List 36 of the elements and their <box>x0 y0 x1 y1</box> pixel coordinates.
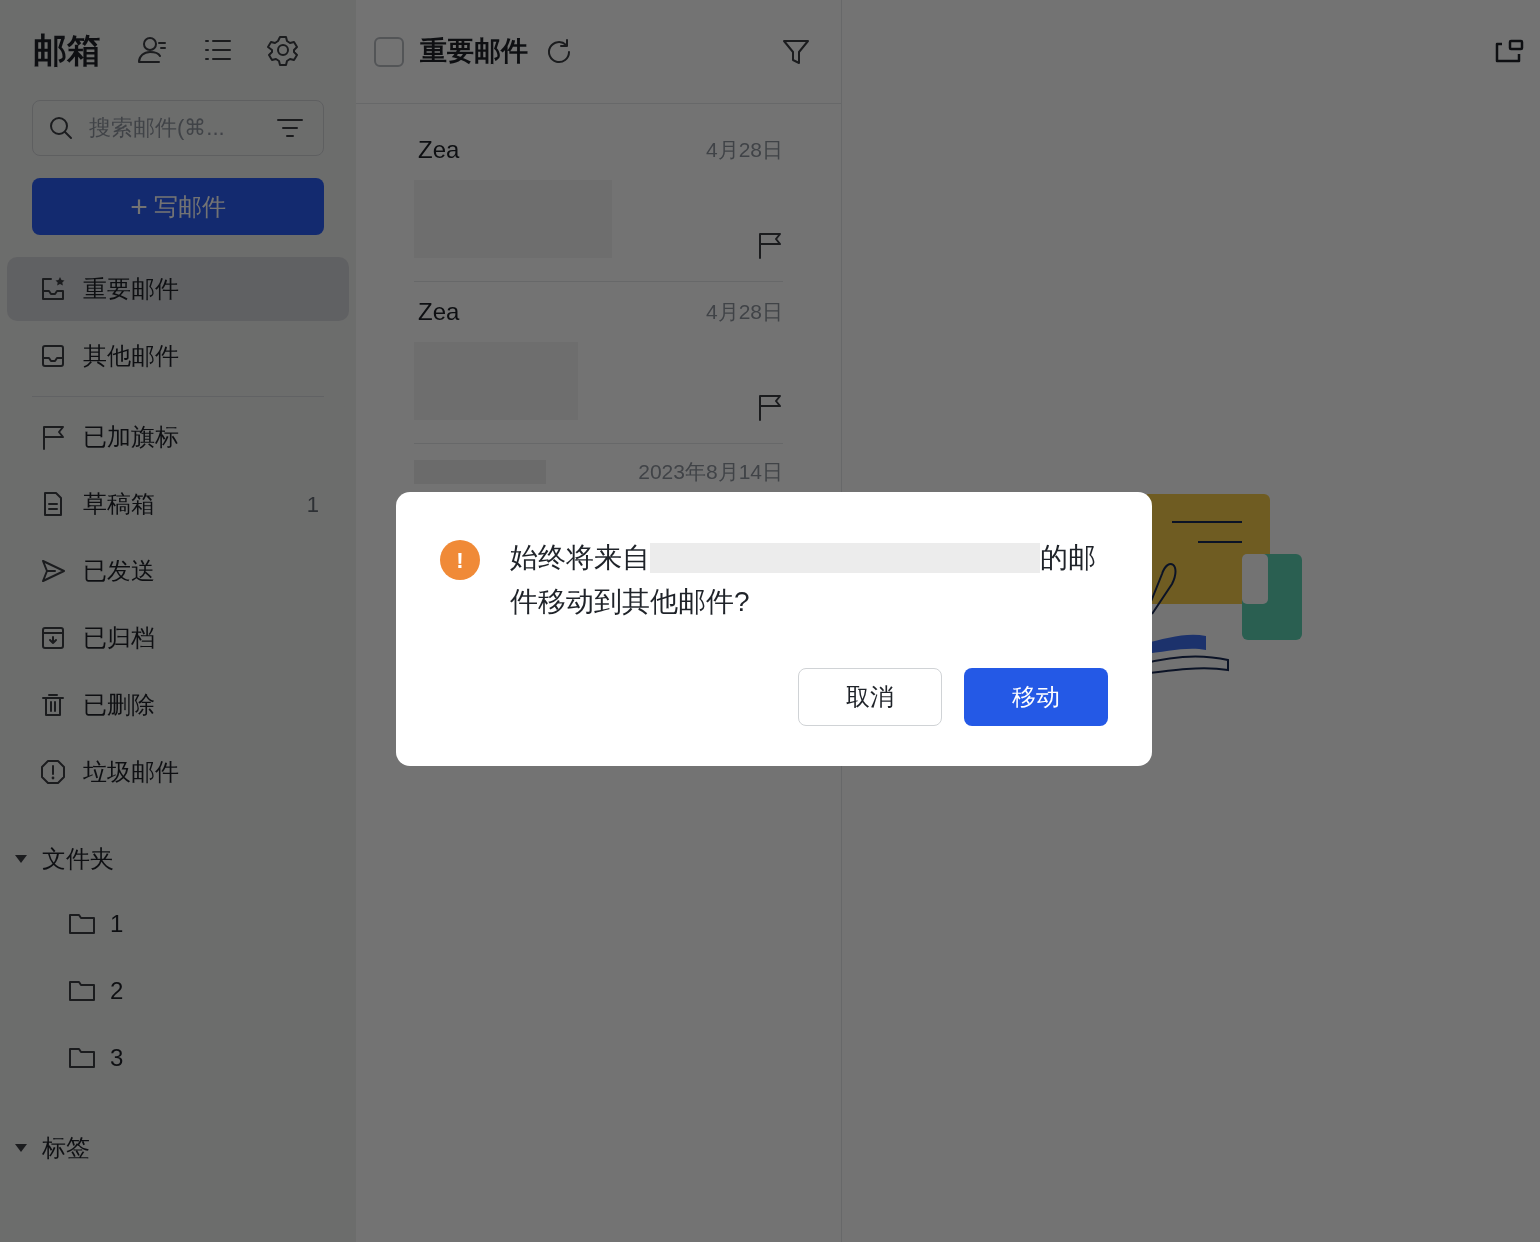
inbox-icon <box>39 342 67 370</box>
sidebar-item[interactable]: 重要邮件 <box>7 257 349 321</box>
folder-item[interactable]: 2 <box>0 957 356 1024</box>
settings-icon[interactable] <box>267 34 299 66</box>
archive-icon <box>39 624 67 652</box>
inbox-star-icon <box>39 275 67 303</box>
caret-icon <box>14 1143 28 1153</box>
section-header[interactable]: 标签 <box>0 1117 356 1179</box>
caret-icon <box>14 854 28 864</box>
cancel-button[interactable]: 取消 <box>798 668 942 726</box>
dialog-message: 的邮 <box>1040 541 1096 575</box>
flag-icon[interactable] <box>757 393 783 421</box>
sender-name: Zea <box>417 297 460 327</box>
move-button[interactable]: 移动 <box>964 668 1108 726</box>
folder-icon <box>68 1045 96 1070</box>
folder-icon <box>68 978 96 1003</box>
folder-item[interactable]: 3 <box>0 1024 356 1091</box>
app-title: 邮箱 <box>33 29 101 71</box>
filter-icon[interactable] <box>276 116 304 140</box>
list-title: 重要邮件 <box>420 35 528 69</box>
dialog-message: 件移动到其他邮件? <box>510 585 750 619</box>
folder-icon <box>68 911 96 936</box>
select-all-checkbox[interactable] <box>374 36 404 67</box>
compose-button[interactable]: + 写邮件 <box>32 178 324 235</box>
flag-icon[interactable] <box>757 231 783 259</box>
section-header[interactable]: 文件夹 <box>0 828 356 890</box>
send-icon <box>39 557 67 585</box>
unread-count: 1 <box>306 490 319 519</box>
search-icon <box>48 115 74 141</box>
sender-name: Zea <box>417 135 460 165</box>
folder-item[interactable]: 1 <box>0 890 356 957</box>
dialog-message: 始终将来自 <box>510 541 650 575</box>
window-icon[interactable] <box>1494 38 1526 64</box>
trash-icon <box>39 691 67 719</box>
warning-icon <box>39 758 67 786</box>
warning-icon: ! <box>440 540 480 580</box>
